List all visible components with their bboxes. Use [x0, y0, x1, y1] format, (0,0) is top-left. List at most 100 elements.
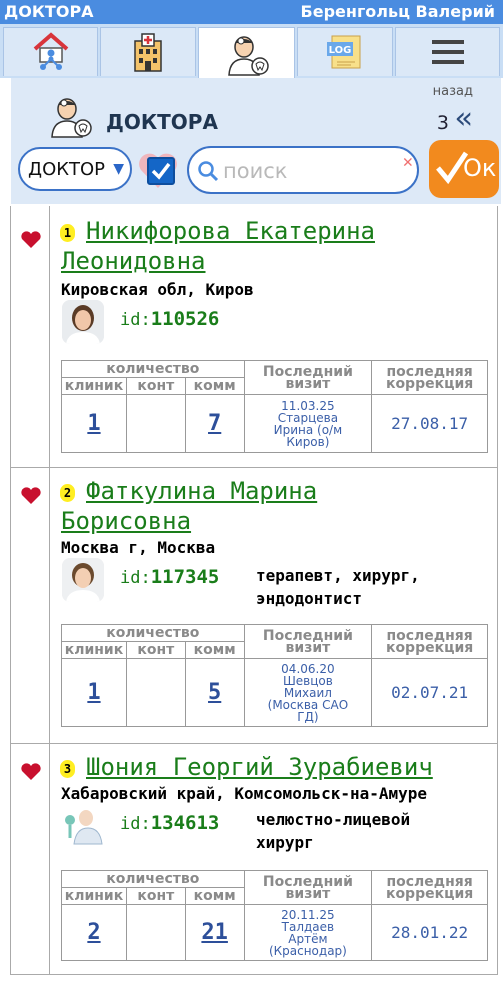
specialty-line: терапевт, хирург, [256, 566, 420, 585]
heart-icon[interactable] [20, 230, 42, 250]
doctor-name[interactable]: Шония Георгий Зурабиевич [61, 752, 433, 782]
cell-clinics: 1 [61, 394, 127, 453]
cell-cont [125, 658, 186, 727]
tab-home[interactable] [3, 27, 98, 76]
section-title: ДОКТОРА [4, 2, 94, 21]
doctor-name-line2[interactable]: Леонидовна [61, 246, 375, 276]
back-label[interactable]: назад [433, 84, 473, 99]
specialty-line: челюстно-лицевой [256, 810, 411, 829]
type-select[interactable]: ДОКТОР ▼ [18, 147, 132, 191]
avatar [62, 300, 104, 344]
visit-date: 20.11.25 [281, 907, 335, 922]
list-item: 3 Шония Георгий Зурабиевич Хабаровский к… [0, 744, 503, 976]
doctor-placeholder-icon [62, 804, 104, 848]
clear-icon[interactable]: ✕ [403, 152, 413, 172]
col-cont: конт [125, 377, 186, 395]
cell-last-correction: 27.08.17 [371, 394, 488, 453]
clinics-link[interactable]: 2 [87, 920, 100, 945]
tab-log[interactable]: LOG [297, 27, 393, 76]
col-last-correction: последняя коррекция [371, 624, 488, 659]
header-panel: ДОКТОРА назад 3 « ДОКТОР ▼ поиск ✕ Ок [11, 78, 501, 204]
tab-clinics[interactable] [100, 27, 196, 76]
doctor-name[interactable]: Фаткулина Марина Борисовна [61, 476, 317, 536]
cell-comm: 7 [184, 394, 245, 453]
stats-table: количество Последний визит последняя кор… [61, 624, 488, 727]
tab-menu[interactable] [395, 27, 500, 76]
page-title: ДОКТОРА [106, 110, 218, 134]
user-name[interactable]: Беренгольц Валерий [301, 2, 495, 21]
doctor-name[interactable]: Никифорова Екатерина Леонидовна [61, 216, 375, 276]
col-comm: комм [184, 641, 245, 659]
doctor-location: Хабаровский край, Комсомольск-на-Амуре [61, 784, 428, 803]
doctor-icon [51, 98, 92, 138]
visit-line: Шевцов [282, 673, 333, 688]
clinics-link[interactable]: 1 [87, 680, 100, 705]
svg-text:LOG: LOG [329, 45, 352, 56]
row-divider [10, 974, 498, 975]
comm-link[interactable]: 21 [201, 920, 228, 945]
cell-cont [125, 394, 186, 453]
search-input[interactable]: поиск ✕ [187, 146, 419, 194]
col-cont: конт [125, 641, 186, 659]
col-comm: комм [184, 377, 245, 395]
doctor-icon [227, 35, 269, 76]
favorites-checkbox[interactable] [147, 157, 175, 185]
avatar [62, 804, 104, 848]
col-cont: конт [125, 887, 186, 905]
heart-icon[interactable] [20, 762, 42, 782]
doctor-name-line1[interactable]: Шония Георгий Зурабиевич [61, 752, 433, 782]
chevron-down-icon: ▼ [113, 161, 124, 177]
visit-line: Артём [288, 931, 328, 946]
visit-line: Ирина (о/м [273, 422, 343, 437]
col-comm: комм [184, 887, 245, 905]
doctor-photo [62, 300, 104, 344]
back-count[interactable]: 3 [437, 112, 449, 134]
list-item: 1 Никифорова Екатерина Леонидовна Кировс… [0, 206, 503, 468]
col-last-visit: Последний визит [243, 360, 373, 395]
col-qty: количество [61, 624, 245, 642]
cell-clinics: 2 [61, 904, 127, 961]
cell-clinics: 1 [61, 658, 127, 727]
stats-table: количество Последний визит последняя кор… [61, 360, 488, 453]
cell-last-visit: 20.11.25 Талдаев Артём (Краснодар) [243, 904, 373, 961]
clinic-icon [134, 33, 162, 72]
cell-last-correction: 28.01.22 [371, 904, 488, 961]
visit-line: Старцева [277, 410, 339, 425]
col-clinics: клиник [61, 887, 127, 905]
back-arrows-icon[interactable]: « [455, 104, 473, 134]
doctor-id: id:117345 [120, 566, 220, 588]
specialty-line: хирург [256, 833, 314, 852]
doctor-id: id:134613 [120, 812, 220, 834]
col-last-visit: Последний визит [243, 624, 373, 659]
visit-line: (Москва САО [267, 697, 349, 712]
col-last-visit: Последний визит [243, 870, 373, 905]
visit-date: 11.03.25 [281, 398, 335, 413]
clinics-link[interactable]: 1 [87, 411, 100, 436]
comm-link[interactable]: 7 [208, 411, 221, 436]
col-last-correction: последняя коррекция [371, 870, 488, 905]
doctor-photo [62, 558, 104, 602]
comm-link[interactable]: 5 [208, 680, 221, 705]
cell-last-visit: 04.06.20 Шевцов Михаил (Москва САО ГД) [243, 658, 373, 727]
nav-tabs: LOG [0, 24, 503, 81]
doctor-location: Москва г, Москва [61, 538, 216, 557]
type-select-value: ДОКТОР [28, 159, 106, 180]
doctor-name-line2[interactable]: Борисовна [61, 506, 317, 536]
heart-icon[interactable] [20, 486, 42, 506]
visit-line: (Краснодар) [268, 943, 347, 958]
specialty-line: эндодонтист [256, 589, 362, 608]
ok-button[interactable]: Ок [429, 140, 499, 198]
doctor-name-line1[interactable]: Фаткулина Марина [61, 476, 317, 506]
avatar [62, 558, 104, 602]
search-icon [198, 161, 219, 182]
search-placeholder: поиск [223, 159, 288, 183]
tab-doctors[interactable] [198, 27, 295, 81]
col-clinics: клиник [61, 377, 127, 395]
check-icon [151, 162, 171, 180]
doctor-specialty: челюстно-лицевой хирург [256, 808, 410, 854]
col-clinics: клиник [61, 641, 127, 659]
doctor-name-line1[interactable]: Никифорова Екатерина [61, 216, 375, 246]
log-icon: LOG [327, 35, 361, 69]
cell-comm: 5 [184, 658, 245, 727]
doctor-id: id:110526 [120, 308, 220, 330]
